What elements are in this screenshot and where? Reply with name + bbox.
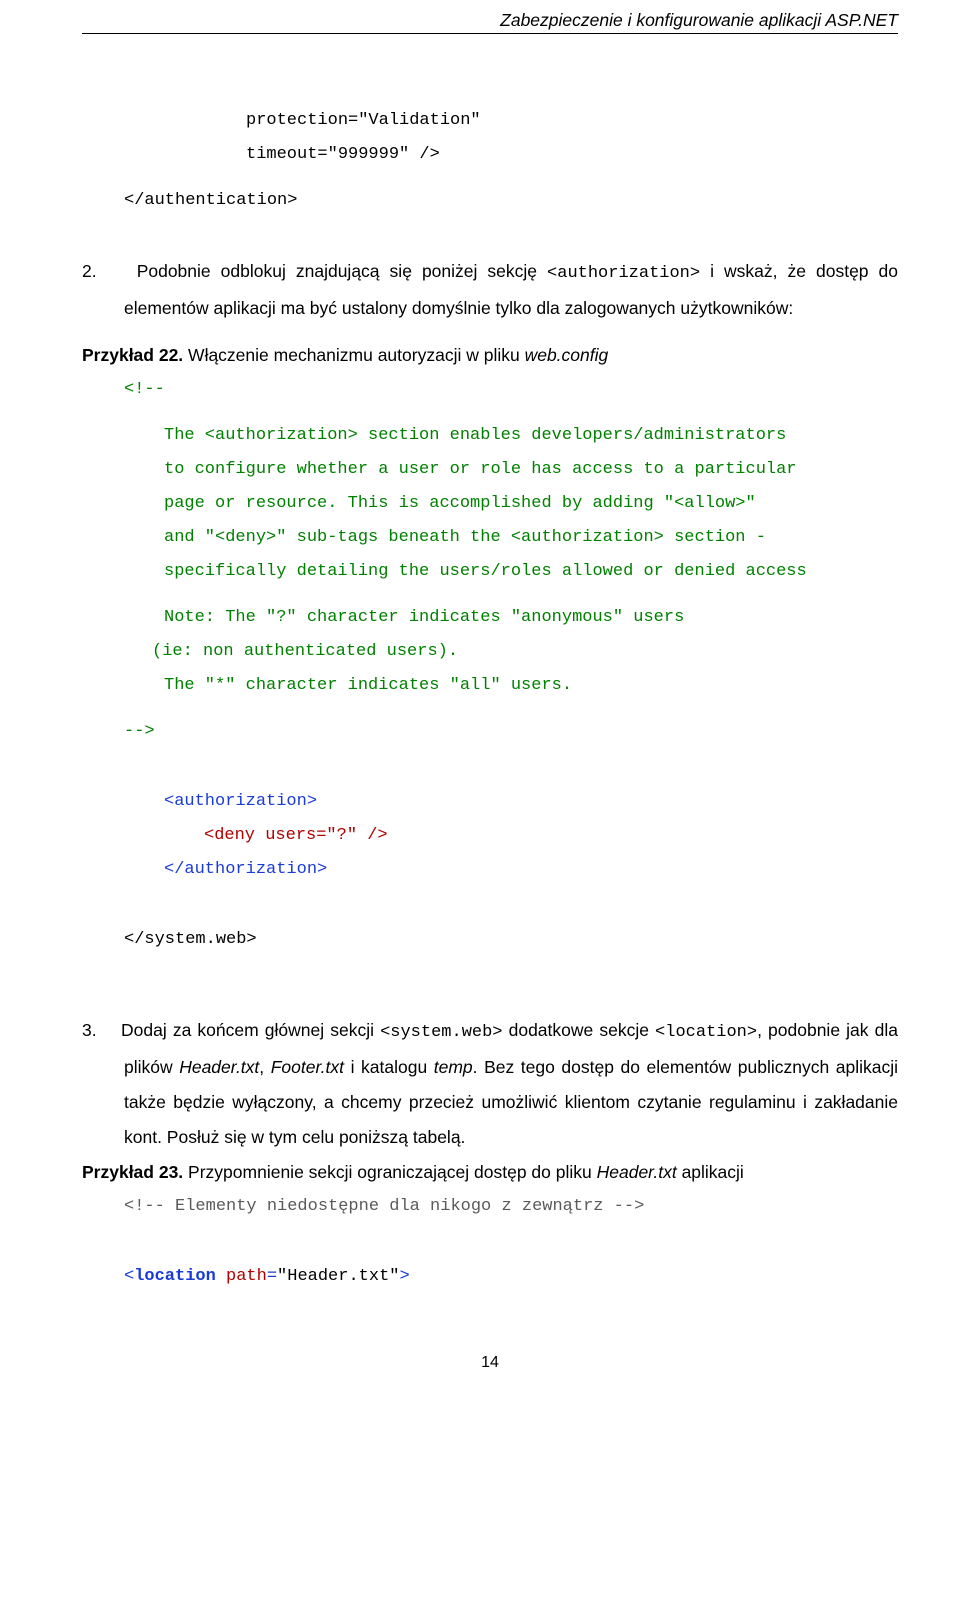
code-comment-close: --> (124, 715, 898, 749)
step-text: , (259, 1057, 270, 1077)
step-number: 3. (82, 1020, 97, 1040)
code-comment: The "*" character indicates "all" users. (164, 669, 898, 703)
filename: Footer.txt (271, 1057, 344, 1077)
step-text: Dodaj za końcem głównej sekcji (121, 1020, 380, 1040)
example-caption: Przykład 22. Włączenie mechanizmu autory… (82, 338, 898, 373)
example-text: aplikacji (677, 1162, 744, 1182)
example-label: Przykład 23. (82, 1162, 188, 1182)
tag-close: > (399, 1267, 409, 1286)
running-header: Zabezpieczenie i konfigurowanie aplikacj… (82, 10, 898, 31)
code-tag: </system.web> (124, 923, 898, 957)
filename: Header.txt (179, 1057, 259, 1077)
inline-code: <authorization> (547, 264, 700, 283)
page-number: 14 (82, 1354, 898, 1372)
inline-code: <location> (655, 1023, 757, 1042)
document-page: Zabezpieczenie i konfigurowanie aplikacj… (0, 0, 960, 1609)
step-item: 3. Dodaj za końcem głównej sekcji <syste… (82, 1013, 898, 1155)
code-comment: and "<deny>" sub-tags beneath the <autho… (164, 521, 898, 555)
inline-code: <system.web> (380, 1023, 502, 1042)
code-comment-open: <!-- (124, 373, 898, 407)
code-comment: Note: The "?" character indicates "anony… (164, 601, 898, 635)
code-comment: specifically detailing the users/roles a… (164, 555, 898, 589)
code-tag: <location path="Header.txt"> (124, 1260, 898, 1294)
example-label: Przykład 22. (82, 345, 188, 365)
attr-value: "Header.txt" (277, 1267, 399, 1286)
filename: web.config (525, 345, 609, 365)
dirname: temp (434, 1057, 473, 1077)
example-text: Włączenie mechanizmu autoryzacji w pliku (188, 345, 525, 365)
step-item: 2. Podobnie odblokuj znajdującą się poni… (82, 254, 898, 326)
step-text: Podobnie odblokuj znajdującą się poniżej… (137, 261, 547, 281)
code-tag: <deny users="?" /> (204, 819, 898, 853)
code-line: </authentication> (124, 184, 898, 218)
filename: Header.txt (597, 1162, 677, 1182)
example-text: Przypomnienie sekcji ograniczającej dost… (188, 1162, 597, 1182)
code-line: timeout="999999" /> (246, 138, 898, 172)
code-tag: </authorization> (164, 853, 898, 887)
example-caption: Przykład 23. Przypomnienie sekcji ograni… (82, 1155, 898, 1190)
code-comment: to configure whether a user or role has … (164, 453, 898, 487)
code-comment: <!-- Elementy niedostępne dla nikogo z z… (124, 1190, 898, 1224)
code-tag: <authorization> (164, 785, 898, 819)
step-number: 2. (82, 261, 97, 281)
code-comment: page or resource. This is accomplished b… (164, 487, 898, 521)
header-rule (82, 33, 898, 34)
step-text: dodatkowe sekcje (503, 1020, 656, 1040)
attr-eq: = (267, 1267, 277, 1286)
code-line: protection="Validation" (246, 104, 898, 138)
tag-name: <location (124, 1267, 216, 1286)
code-comment: The <authorization> section enables deve… (164, 419, 898, 453)
attr-name: path (226, 1267, 267, 1286)
step-text: i katalogu (344, 1057, 434, 1077)
code-comment: (ie: non authenticated users). (152, 635, 898, 669)
